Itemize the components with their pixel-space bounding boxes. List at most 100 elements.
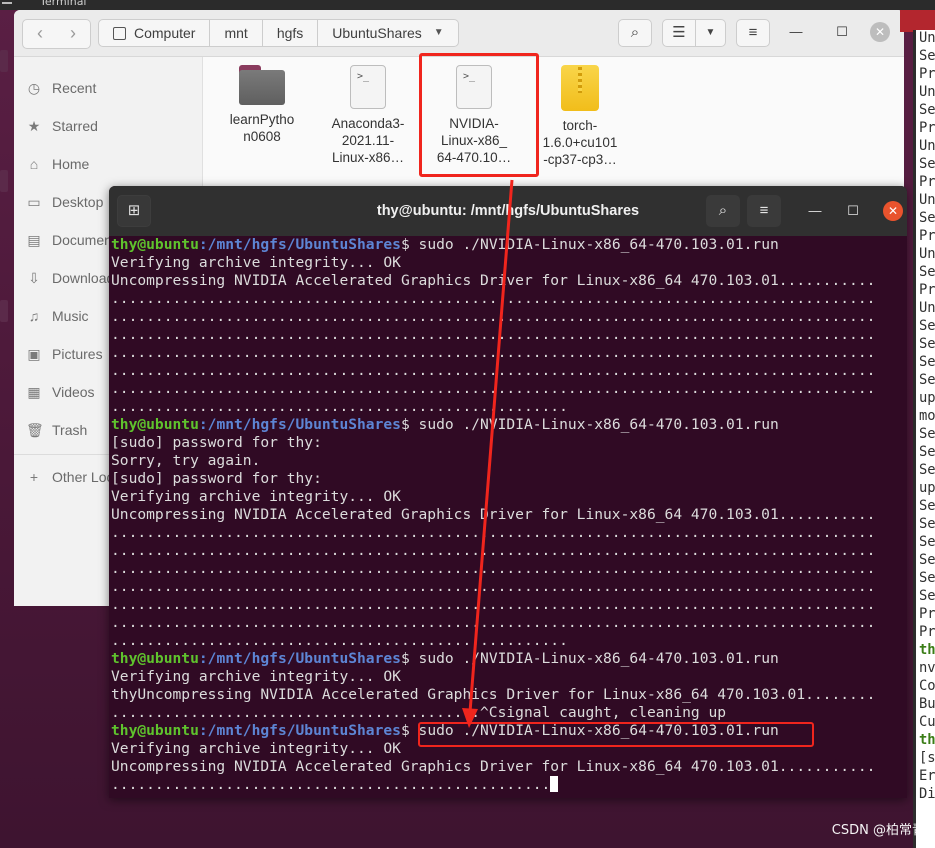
background-terminal-line: [s [919, 750, 935, 766]
breadcrumb-computer[interactable]: Computer [98, 19, 211, 47]
file-item[interactable]: >_ Anaconda3- 2021.11- Linux-x86… [320, 65, 416, 166]
dock-item[interactable] [0, 170, 8, 192]
desktop-icon: ▭ [27, 193, 41, 210]
terminal-header: thy@ubuntu: /mnt/hgfs/UbuntuShares ⊞ ⌕ ≡… [109, 186, 907, 236]
terminal-close-button[interactable]: ✕ [883, 201, 903, 221]
file-item[interactable]: torch- 1.6.0+cu101 -cp37-cp3… [532, 65, 628, 168]
highlight-box-file [419, 53, 539, 177]
output-text: ........................................… [111, 542, 876, 559]
top-bar: Terminal [0, 0, 935, 10]
breadcrumb-mnt[interactable]: mnt [210, 19, 263, 47]
prompt-user: thy@ubuntu [111, 722, 199, 739]
file-item[interactable]: learnPytho n0608 [214, 65, 310, 145]
terminal-menu-button[interactable]: ≡ [747, 195, 781, 227]
background-terminal-line: Se [919, 102, 935, 118]
sidebar-item-videos[interactable]: ▦ Videos [26, 380, 94, 404]
terminal-prompt-line: thy@ubuntu:/mnt/hgfs/UbuntuShares$ sudo … [111, 236, 907, 254]
top-bar-title: Terminal [40, 0, 87, 8]
background-terminal-line: Se [919, 462, 935, 478]
terminal-search-button[interactable]: ⌕ [706, 195, 740, 227]
background-terminal-line: Se [919, 552, 935, 568]
sidebar-item-trash[interactable]: 🗑 Trash [26, 418, 87, 442]
maximize-button[interactable]: ☐ [832, 22, 852, 42]
sidebar-item-home[interactable]: ⌂ Home [26, 152, 90, 176]
close-icon: ✕ [887, 204, 899, 218]
search-icon: ⌕ [630, 24, 640, 41]
sidebar-item-music[interactable]: ♫ Music [26, 304, 89, 328]
background-terminal-line: Un [919, 300, 935, 316]
background-terminal-line: Se [919, 156, 935, 172]
background-terminal-line: Pr [919, 228, 935, 244]
terminal-output-line: ........................................… [111, 776, 907, 794]
dock-item[interactable] [0, 50, 8, 72]
terminal-output-line: ........................................… [111, 344, 907, 362]
output-text: Sorry, try again. [111, 452, 261, 469]
background-terminal-line: Se [919, 444, 935, 460]
output-text: ........................................… [111, 578, 876, 595]
output-text: [sudo] password for thy: [111, 470, 322, 487]
music-icon: ♫ [28, 308, 40, 324]
file-name-line: learnPytho [229, 112, 295, 127]
background-terminal-line: up [919, 390, 935, 406]
breadcrumb-ubuntushares[interactable]: UbuntuShares ▼ [318, 19, 459, 47]
sidebar-item-starred[interactable]: ★ Starred [26, 114, 98, 138]
background-terminal-line: Se [919, 570, 935, 586]
background-terminal-line: up [919, 480, 935, 496]
terminal-maximize-button[interactable]: ☐ [843, 201, 863, 221]
search-button[interactable]: ⌕ [618, 19, 652, 47]
output-text: Verifying archive integrity... OK [111, 254, 401, 271]
background-terminal-line: nv [919, 660, 935, 676]
folder-icon [239, 65, 285, 105]
prompt-user: thy@ubuntu [111, 416, 199, 433]
background-terminal-line: Se [919, 354, 935, 370]
output-text: ........................................… [111, 596, 876, 613]
background-terminal-line: Un [919, 138, 935, 154]
terminal-window: thy@ubuntu: /mnt/hgfs/UbuntuShares ⊞ ⌕ ≡… [109, 186, 907, 798]
breadcrumb-hgfs[interactable]: hgfs [262, 19, 319, 47]
terminal-output-line: ........................................… [111, 380, 907, 398]
forward-button[interactable]: › [56, 19, 91, 49]
hamburger-icon: ≡ [759, 202, 769, 219]
prompt-path: :/mnt/hgfs/UbuntuShares [198, 722, 401, 739]
back-button[interactable]: ‹ [22, 19, 58, 49]
prompt-path: :/mnt/hgfs/UbuntuShares [198, 650, 401, 667]
sidebar-item-label: Desktop [52, 194, 104, 210]
minimize-button[interactable]: — [786, 22, 806, 42]
terminal-output-line: [sudo] password for thy: [111, 434, 907, 452]
top-bar-dash [2, 2, 12, 4]
background-terminal-line: Pr [919, 174, 935, 190]
terminal-output-line: ........................................… [111, 290, 907, 308]
terminal-output-line: [sudo] password for thy: [111, 470, 907, 488]
background-terminal-line: Un [919, 246, 935, 262]
new-tab-button[interactable]: ⊞ [117, 195, 151, 227]
terminal-output-line: ........................................… [111, 704, 907, 722]
view-options-button[interactable]: ▼ [696, 19, 726, 47]
background-terminal-line: Se [919, 48, 935, 64]
terminal-output-line: ........................................… [111, 596, 907, 614]
terminal-minimize-button[interactable]: — [805, 201, 825, 221]
background-terminal-line: Pr [919, 624, 935, 640]
output-text: ........................................… [111, 560, 876, 577]
terminal-output-line: ........................................… [111, 560, 907, 578]
output-text: [sudo] password for thy: [111, 434, 322, 451]
sidebar-item-recent[interactable]: ◷ Recent [26, 76, 96, 100]
sidebar-item-desktop[interactable]: ▭ Desktop [26, 190, 103, 214]
menu-button[interactable]: ≡ [736, 19, 770, 47]
dock-item[interactable] [0, 300, 8, 322]
background-terminal-line: Se [919, 498, 935, 514]
clock-icon: ◷ [27, 79, 41, 96]
background-terminal-line: Se [919, 588, 935, 604]
file-name-line: 2021.11- [341, 133, 395, 148]
sidebar-item-label: Trash [52, 422, 88, 438]
background-terminal-line: Pr [919, 120, 935, 136]
terminal-output[interactable]: thy@ubuntu:/mnt/hgfs/UbuntuShares$ sudo … [111, 236, 907, 796]
sidebar-item-pictures[interactable]: ▣ Pictures [26, 342, 102, 366]
list-view-button[interactable]: ☰ [662, 19, 696, 47]
dock-edge [0, 10, 14, 848]
close-button[interactable]: ✕ [870, 22, 890, 42]
background-terminal-line: Un [919, 192, 935, 208]
sidebar-item-downloads[interactable]: ⇩ Downloads [26, 266, 121, 290]
output-text: ........................................… [111, 524, 876, 541]
script-file-icon: >_ [350, 65, 386, 109]
terminal-output-line: Verifying archive integrity... OK [111, 254, 907, 272]
